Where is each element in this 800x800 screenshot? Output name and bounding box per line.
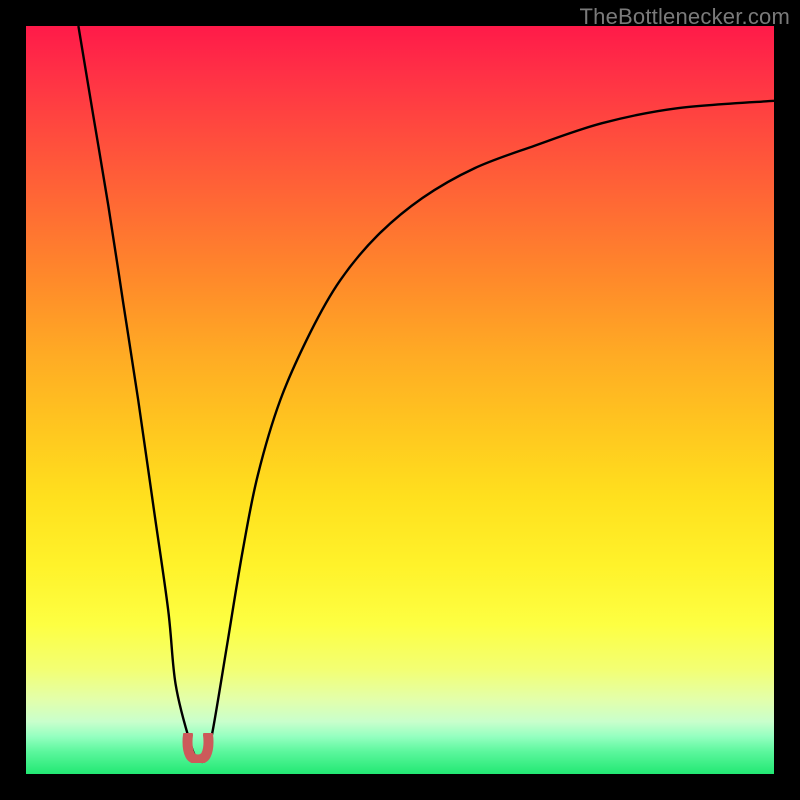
minimum-marker xyxy=(180,733,216,763)
bottleneck-curve xyxy=(26,26,774,774)
watermark-text: TheBottlenecker.com xyxy=(580,4,790,30)
plot-area xyxy=(26,26,774,774)
chart-frame: TheBottlenecker.com xyxy=(0,0,800,800)
